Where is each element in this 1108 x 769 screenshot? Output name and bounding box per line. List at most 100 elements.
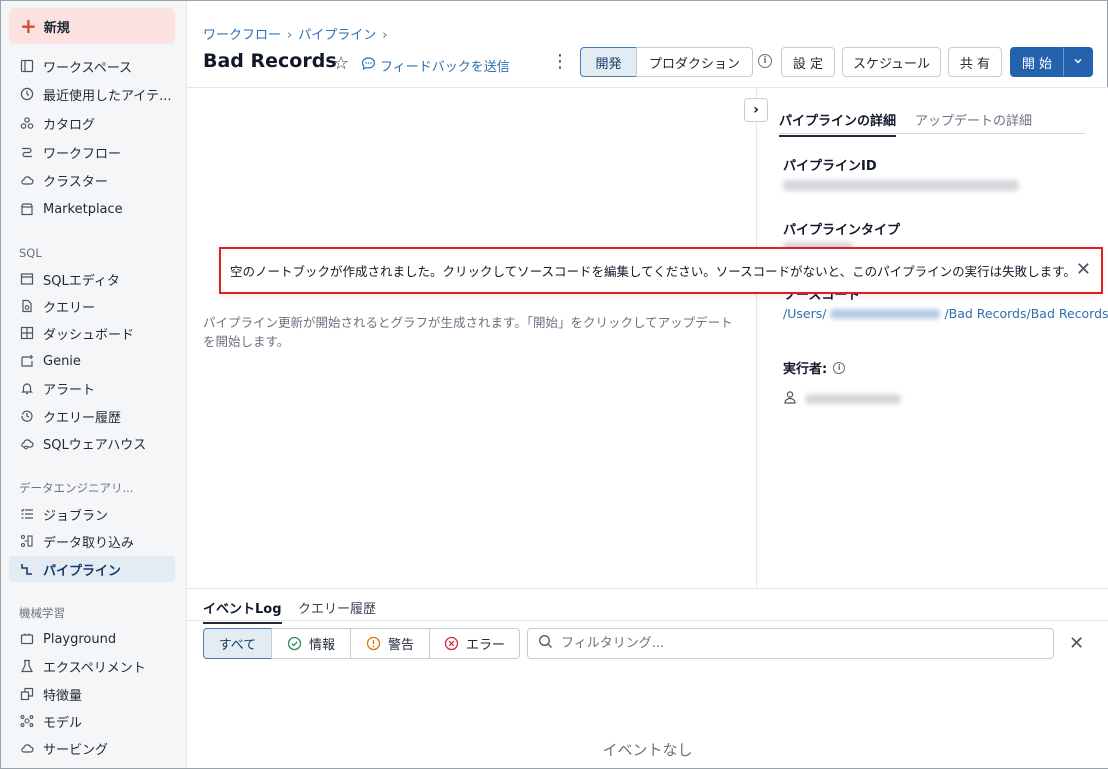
panel-tabs: パイプラインの詳細 アップデートの詳細 [779,110,1085,137]
no-events-message: イベントなし [602,741,693,759]
breadcrumb: ワークフロー › パイプライン › [203,28,388,43]
filter-error-label: エラー [465,638,505,653]
store-icon [19,201,35,217]
sidebar-item-label: サービング [43,742,109,758]
start-button[interactable]: 開 始 [1010,47,1064,77]
tab-update-details[interactable]: アップデートの詳細 [915,110,1032,135]
pipeline-icon [19,561,35,577]
tab-pipeline-details[interactable]: パイプラインの詳細 [779,110,897,137]
clock-icon [19,86,35,102]
sidebar-item-dashboards[interactable]: ダッシュボード [9,320,175,346]
sidebar-item-label: クエリー [43,300,96,316]
folder-icon [19,58,35,74]
sidebar-item-features[interactable]: 特徴量 [9,681,175,707]
new-button-label: 新規 [43,20,70,36]
sidebar-item-catalog[interactable]: カタログ [9,110,175,136]
sidebar-item-data-ingestion[interactable]: データ取り込み [9,528,175,554]
source-suffix: /Bad Records/Bad Records [944,306,1108,321]
schedule-button[interactable]: スケジュール [842,47,941,77]
runner: 実行者: i [783,358,846,377]
sidebar-item-models[interactable]: モデル [9,708,175,734]
error-icon [444,636,459,651]
sidebar-item-queries[interactable]: クエリー [9,293,175,319]
share-button[interactable]: 共 有 [948,47,1002,77]
pipeline-type-label: パイプラインタイプ [783,223,901,238]
sidebar-item-label: モデル [43,715,83,731]
check-circle-icon [287,636,302,651]
filter-warning-label: 警告 [387,638,414,653]
start-dropdown-button[interactable] [1063,47,1093,77]
sidebar-item-sql-editor[interactable]: SQLエディタ [9,266,175,292]
filter-all-button[interactable]: すべて [203,628,272,659]
sidebar-item-label: Playground [43,631,117,647]
serving-icon [19,740,35,756]
sidebar-item-recent[interactable]: 最近使用したアイテ... [9,81,175,107]
feature-icon [19,686,35,702]
sidebar-item-label: データ取り込み [43,535,135,551]
user-icon [783,390,797,408]
events-panel: イベントLog クエリー履歴 すべて 情報 警告 エラー ✕ イベントなし [187,588,1108,768]
experiment-icon [19,658,35,674]
filter-warning-button[interactable]: 警告 [350,628,430,659]
filter-info-button[interactable]: 情報 [271,628,351,659]
graph-empty-message: パイプライン更新が開始されるとグラフが生成されます。「開始」をクリックしてアップ… [203,315,733,349]
breadcrumb-pipelines[interactable]: パイプライン [298,28,376,43]
more-icon[interactable]: ⋮ [551,51,569,72]
collapse-panel-button[interactable]: › [744,98,768,122]
sidebar-item-label: ワークスペース [43,60,133,76]
sidebar-item-experiments[interactable]: エクスペリメント [9,653,175,679]
sidebar-item-label: パイプライン [43,563,122,579]
notification-message: 空のノートブックが作成されました。クリックしてソースコードを編集してください。ソ… [230,264,1076,279]
sidebar-item-alerts[interactable]: アラート [9,375,175,401]
cloud-icon [19,172,35,188]
sidebar-item-serving[interactable]: サービング [9,735,175,761]
ingest-icon [19,533,35,549]
info-icon[interactable]: i [833,361,846,374]
event-filter-search[interactable] [527,628,1054,659]
plus-icon: + [20,14,37,38]
sidebar-item-playground[interactable]: Playground [9,626,175,652]
star-icon[interactable]: ☆ [333,53,349,74]
sidebar-item-sql-warehouses[interactable]: SQLウェアハウス [9,430,175,456]
search-input[interactable] [561,636,1041,651]
sidebar-item-label: カタログ [43,117,96,133]
sidebar-item-marketplace[interactable]: Marketplace [9,196,175,222]
close-events-icon[interactable]: ✕ [1069,633,1084,654]
page-title: Bad Records [203,50,337,72]
history-icon [19,408,35,424]
new-button[interactable]: + 新規 [9,8,175,44]
source-user-blurred [830,308,941,319]
mode-production-button[interactable]: プロダクション [636,47,753,77]
feedback-link[interactable]: フィードバックを送信 [361,56,510,75]
sidebar-item-clusters[interactable]: クラスター [9,167,175,193]
details-panel: › パイプラインの詳細 アップデートの詳細 パイプラインID パイプラインタイプ… [744,88,1108,588]
pipeline-id-value [783,180,1019,191]
info-icon[interactable]: i [758,54,772,68]
sidebar-item-label: Marketplace [43,201,123,217]
sidebar-item-workflows[interactable]: ワークフロー [9,139,175,165]
sidebar-item-pipelines[interactable]: パイプライン [9,556,175,582]
sidebar-item-workspace[interactable]: ワークスペース [9,53,175,79]
sidebar-item-label: SQLウェアハウス [43,437,147,453]
jobs-icon [19,506,35,522]
pipeline-id-label: パイプラインID [783,159,877,174]
sidebar-item-label: SQLエディタ [43,273,120,289]
settings-button[interactable]: 設 定 [781,47,835,77]
sidebar-item-genie[interactable]: Genie [9,348,175,374]
editor-icon [19,271,35,287]
breadcrumb-workflows[interactable]: ワークフロー [203,28,281,43]
mode-development-button[interactable]: 開発 [580,47,637,77]
warning-icon [366,636,381,651]
tab-query-history[interactable]: クエリー履歴 [298,598,376,622]
sidebar-item-job-runs[interactable]: ジョブラン [9,501,175,527]
model-icon [19,713,35,729]
empty-notebook-notification[interactable]: 空のノートブックが作成されました。クリックしてソースコードを編集してください。ソ… [219,247,1103,294]
search-icon [538,634,553,653]
sidebar: + 新規 ワークスペース 最近使用したアイテ... カタログ ワークフロー クラ… [1,1,185,768]
sidebar-item-label: アラート [43,382,96,398]
sidebar-item-query-history[interactable]: クエリー履歴 [9,403,175,429]
close-icon[interactable]: ✕ [1076,259,1091,280]
source-code-link[interactable]: /Users/ /Bad Records/Bad Records [783,306,1108,321]
warehouse-icon [19,435,35,451]
filter-error-button[interactable]: エラー [429,628,520,659]
